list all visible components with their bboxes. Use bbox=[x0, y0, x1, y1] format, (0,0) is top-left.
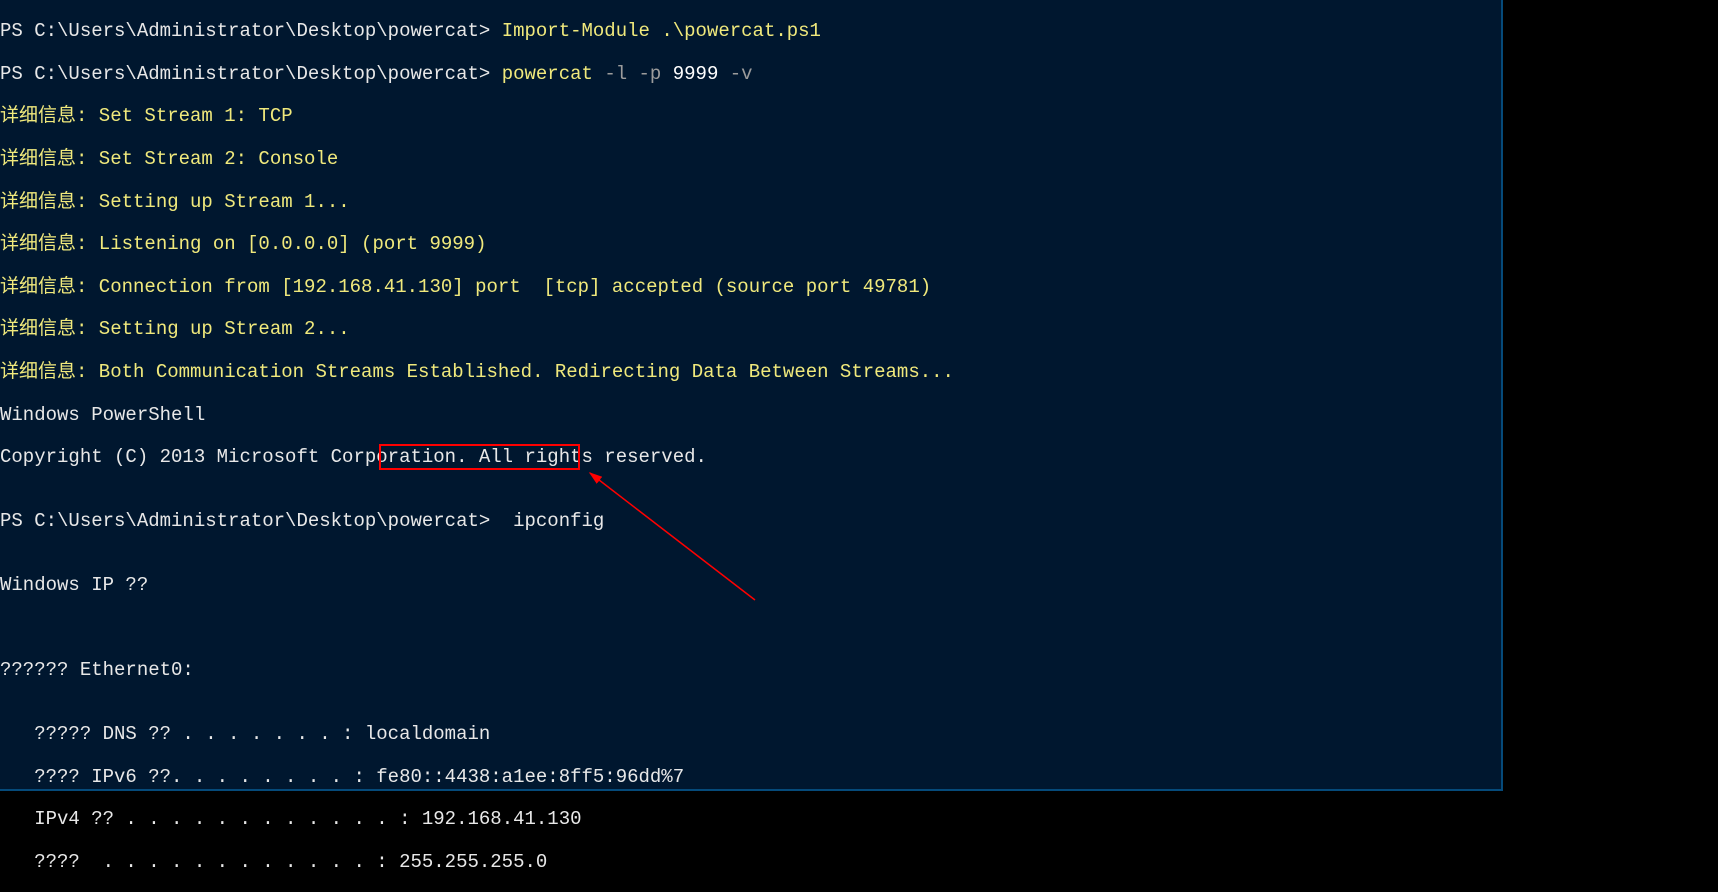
verbose-line: 详细信息: Setting up Stream 1... bbox=[0, 192, 1501, 213]
verbose-line: 详细信息: Both Communication Streams Establi… bbox=[0, 362, 1501, 383]
port-value: 9999 bbox=[673, 63, 730, 85]
ps-prompt: PS C:\Users\Administrator\Desktop\powerc… bbox=[0, 20, 502, 42]
command-import: Import-Module bbox=[502, 20, 662, 42]
subnet-mask-line: ???? . . . . . . . . . . . . : 255.255.2… bbox=[0, 852, 1501, 873]
banner-line: Copyright (C) 2013 Microsoft Corporation… bbox=[0, 447, 1501, 468]
verbose-line: 详细信息: Setting up Stream 2... bbox=[0, 319, 1501, 340]
prompt-line-1: PS C:\Users\Administrator\Desktop\powerc… bbox=[0, 21, 1501, 42]
ip-title: Windows IP ?? bbox=[0, 575, 1501, 596]
verbose-line: 详细信息: Listening on [0.0.0.0] (port 9999) bbox=[0, 234, 1501, 255]
flag: -v bbox=[730, 63, 753, 85]
dns-line: ????? DNS ?? . . . . . . . : localdomain bbox=[0, 724, 1501, 745]
ipv4-line: IPv4 ?? . . . . . . . . . . . . : 192.16… bbox=[0, 809, 1501, 830]
command-arg: .\powercat.ps1 bbox=[661, 20, 821, 42]
powershell-terminal[interactable]: PS C:\Users\Administrator\Desktop\powerc… bbox=[0, 0, 1503, 791]
banner-line: Windows PowerShell bbox=[0, 405, 1501, 426]
flag: -l -p bbox=[604, 63, 672, 85]
prompt-line-2: PS C:\Users\Administrator\Desktop\powerc… bbox=[0, 64, 1501, 85]
command-powercat: powercat bbox=[502, 63, 605, 85]
remote-prompt-ipconfig: PS C:\Users\Administrator\Desktop\powerc… bbox=[0, 511, 1501, 532]
adapter-header: ?????? Ethernet0: bbox=[0, 660, 1501, 681]
verbose-line: 详细信息: Set Stream 1: TCP bbox=[0, 106, 1501, 127]
ps-prompt: PS C:\Users\Administrator\Desktop\powerc… bbox=[0, 63, 502, 85]
ipv4-label: IPv4 ?? . . . . . . . . . . . . : bbox=[0, 808, 422, 830]
verbose-line: 详细信息: Connection from [192.168.41.130] p… bbox=[0, 277, 1501, 298]
ipv6-line: ???? IPv6 ??. . . . . . . . : fe80::4438… bbox=[0, 767, 1501, 788]
verbose-line: 详细信息: Set Stream 2: Console bbox=[0, 149, 1501, 170]
ipv4-value: 192.168.41.130 bbox=[422, 808, 582, 830]
